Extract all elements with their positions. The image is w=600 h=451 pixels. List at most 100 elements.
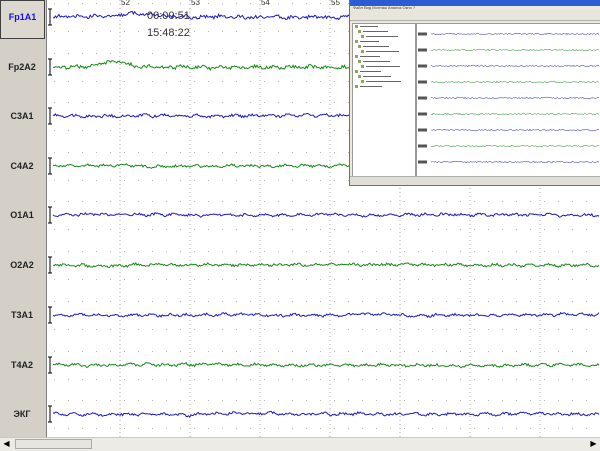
- grid-dot: [390, 379, 391, 380]
- grid-dot: [292, 329, 293, 330]
- grid-dot: [334, 180, 335, 181]
- grid-dot: [544, 301, 545, 302]
- grid-dot: [82, 3, 83, 4]
- grid-dot: [390, 229, 391, 230]
- grid-dot: [166, 229, 167, 230]
- grid-dot: [96, 130, 97, 131]
- grid-dot: [376, 301, 377, 302]
- grid-dot: [292, 53, 293, 54]
- grid-dot: [530, 379, 531, 380]
- grid-dot: [222, 428, 223, 429]
- grid-dot: [264, 130, 265, 131]
- grid-dot: [68, 229, 69, 230]
- grid-dot: [474, 229, 475, 230]
- grid-dot: [194, 130, 195, 131]
- elapsed-time: 00:00:51: [147, 10, 190, 22]
- channel-label[interactable]: O1A1: [0, 208, 44, 222]
- tree-node-text-line: [360, 70, 381, 72]
- scroll-right-button[interactable]: ▶: [587, 438, 600, 450]
- grid-dot: [278, 31, 279, 32]
- grid-dot: [320, 180, 321, 181]
- grid-dot: [418, 351, 419, 352]
- channel-label[interactable]: ЭКГ: [0, 407, 44, 421]
- scroll-left-button[interactable]: ◀: [0, 438, 13, 450]
- grid-dot: [404, 251, 405, 252]
- grid-dot: [166, 428, 167, 429]
- grid-dot: [110, 201, 111, 202]
- grid-dot: [180, 351, 181, 352]
- grid-dot: [250, 279, 251, 280]
- tree-node-text-line: [363, 45, 389, 47]
- channel-label[interactable]: Fp1A1: [0, 0, 45, 39]
- grid-dot: [404, 301, 405, 302]
- grid-dot: [96, 428, 97, 429]
- grid-dot: [516, 279, 517, 280]
- grid-dot: [292, 428, 293, 429]
- horizontal-scrollbar[interactable]: ◀ ▶: [0, 437, 600, 451]
- grid-dot: [474, 301, 475, 302]
- grid-dot: [446, 301, 447, 302]
- chevron-left-icon: ◀: [3, 439, 10, 448]
- grid-dot: [404, 229, 405, 230]
- grid-dot: [208, 229, 209, 230]
- channel-label[interactable]: T3A1: [0, 308, 44, 322]
- grid-dot: [82, 329, 83, 330]
- grid-dot: [54, 279, 55, 280]
- grid-dot: [208, 351, 209, 352]
- grid-dot: [208, 130, 209, 131]
- grid-dot: [432, 279, 433, 280]
- grid-dot: [82, 81, 83, 82]
- grid-dot: [194, 428, 195, 429]
- tree-node-text-line: [366, 50, 399, 52]
- grid-dot: [166, 53, 167, 54]
- grid-dot: [292, 180, 293, 181]
- inset-channel-label: [418, 144, 427, 148]
- chevron-right-icon: ▶: [590, 439, 597, 448]
- scroll-thumb[interactable]: [15, 439, 92, 449]
- grid-dot: [264, 201, 265, 202]
- channel-label[interactable]: Fp2A2: [0, 60, 44, 74]
- grid-dot: [166, 251, 167, 252]
- grid-dot: [320, 201, 321, 202]
- grid-dot: [418, 379, 419, 380]
- grid-dot: [404, 400, 405, 401]
- grid-dot: [152, 279, 153, 280]
- grid-dot: [222, 152, 223, 153]
- clock-time: 15:48:22: [147, 27, 190, 39]
- channel-label[interactable]: O2A2: [0, 258, 44, 272]
- grid-dot: [180, 400, 181, 401]
- grid-dot: [138, 428, 139, 429]
- grid-dot: [68, 251, 69, 252]
- channel-label[interactable]: C4A2: [0, 159, 44, 173]
- inset-eeg-trace: [430, 96, 600, 100]
- grid-dot: [334, 53, 335, 54]
- folder-icon: [355, 39, 358, 43]
- grid-dot: [222, 201, 223, 202]
- grid-dot: [502, 329, 503, 330]
- grid-dot: [320, 379, 321, 380]
- grid-dot: [530, 229, 531, 230]
- grid-dot: [250, 102, 251, 103]
- grid-dot: [208, 201, 209, 202]
- grid-dot: [110, 102, 111, 103]
- channel-label[interactable]: C3A1: [0, 109, 44, 123]
- grid-dot: [236, 130, 237, 131]
- inset-channel-label: [418, 80, 427, 84]
- grid-dot: [180, 279, 181, 280]
- grid-dot: [306, 379, 307, 380]
- grid-dot: [222, 329, 223, 330]
- grid-dot: [544, 428, 545, 429]
- channel-label[interactable]: T4A2: [0, 358, 44, 372]
- grid-dot: [138, 53, 139, 54]
- grid-dot: [558, 351, 559, 352]
- grid-dot: [530, 301, 531, 302]
- grid-dot: [68, 130, 69, 131]
- grid-dot: [152, 229, 153, 230]
- grid-dot: [82, 351, 83, 352]
- grid-dot: [572, 279, 573, 280]
- grid-dot: [586, 229, 587, 230]
- grid-dot: [572, 379, 573, 380]
- grid-dot: [320, 428, 321, 429]
- grid-dot: [320, 329, 321, 330]
- grid-dot: [96, 229, 97, 230]
